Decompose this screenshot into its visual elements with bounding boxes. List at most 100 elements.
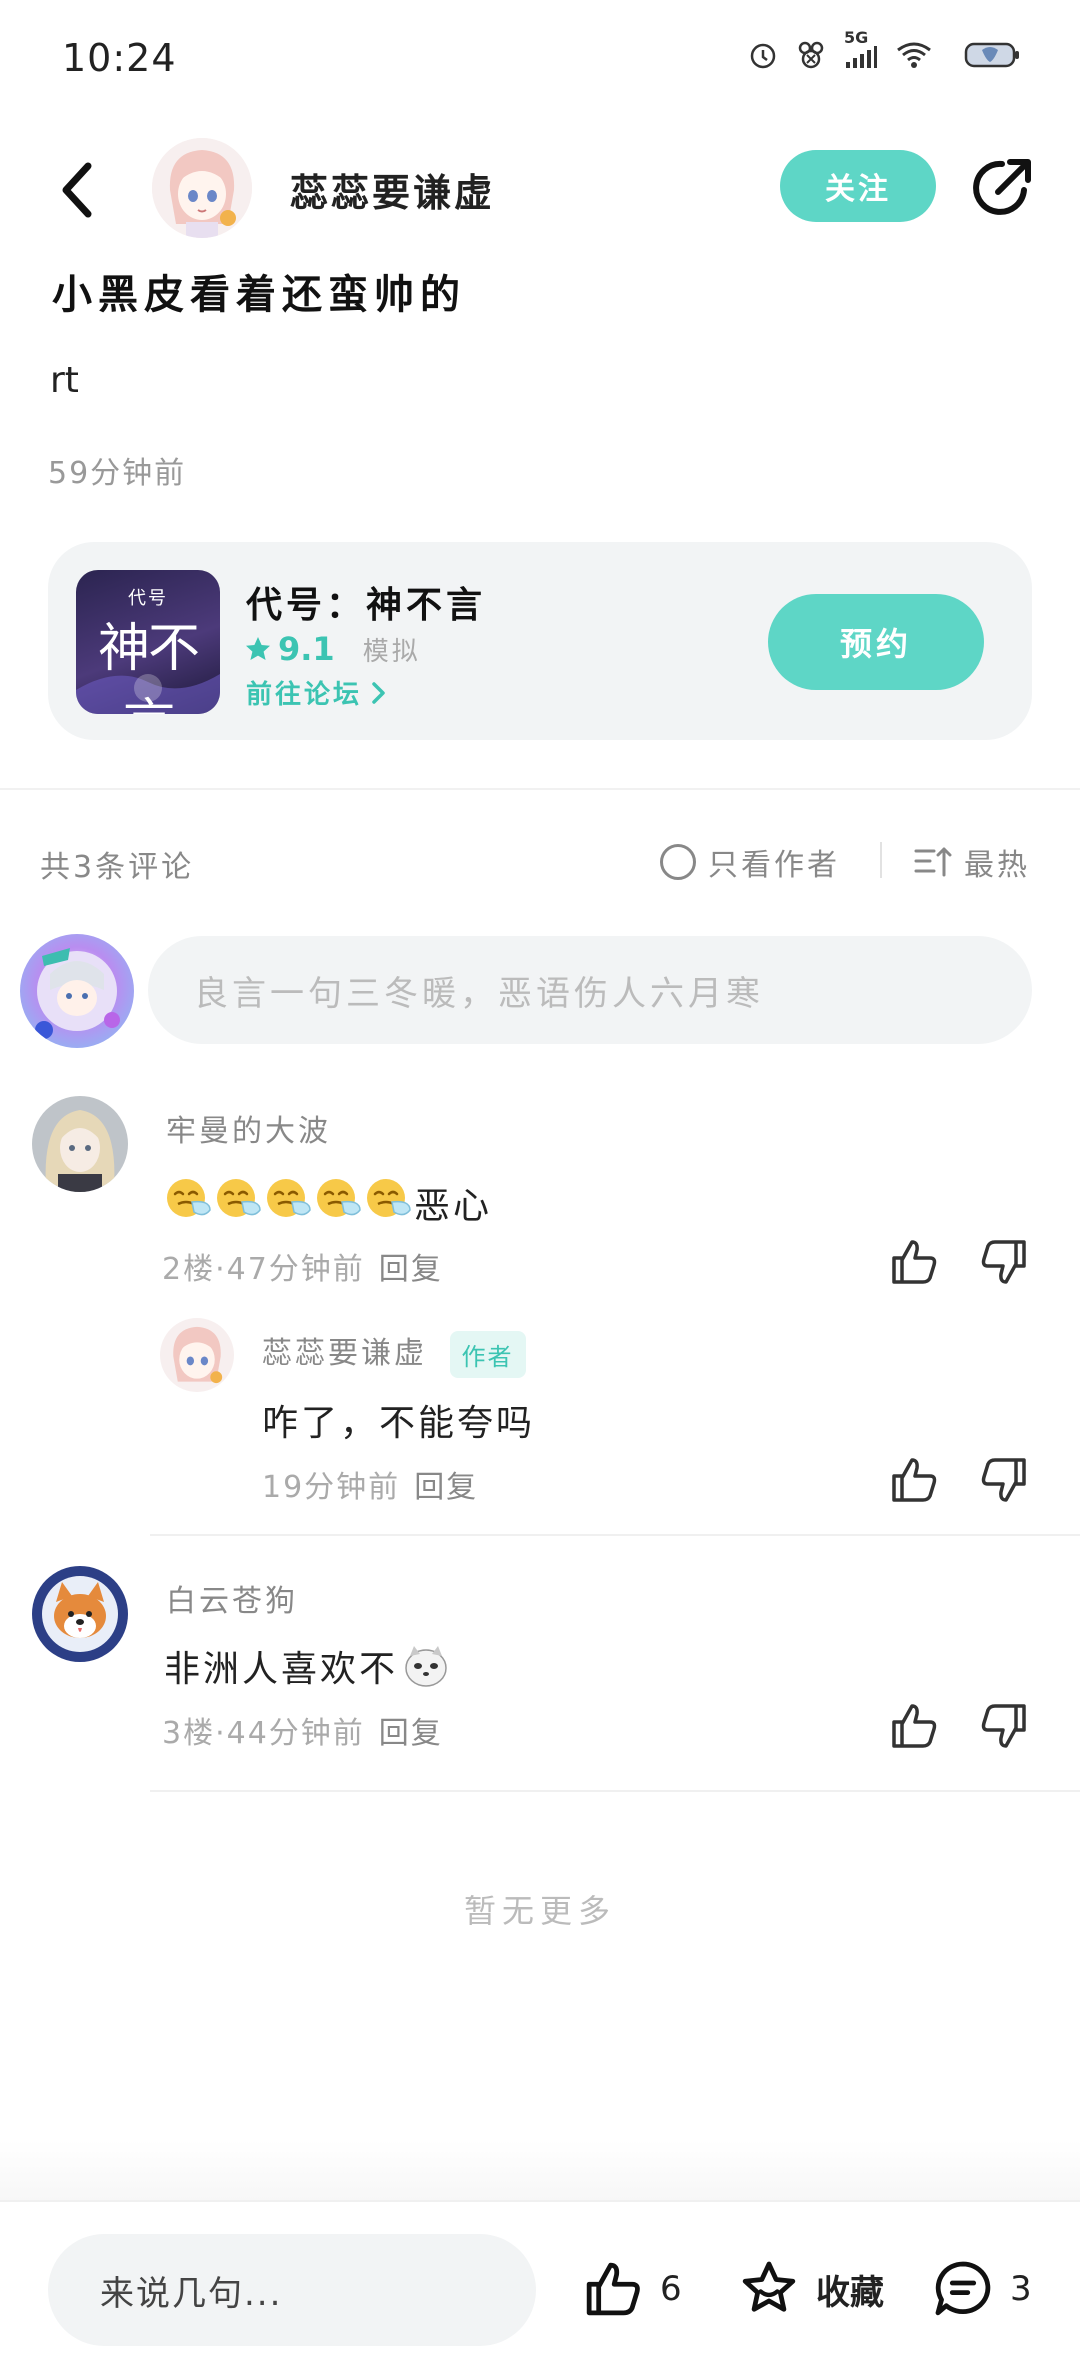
radio-icon — [660, 844, 696, 880]
shiba-avatar-icon — [32, 1566, 128, 1662]
comment-text: 恶心 — [164, 1174, 492, 1231]
floor-time: 2楼·47分钟前 — [162, 1252, 365, 1287]
compose-row: 良言一句三冬暖，恶语伤人六月寒 — [0, 930, 1080, 1050]
alarm-icon — [748, 40, 778, 70]
thumbs-down-icon — [981, 1240, 1026, 1284]
like-button[interactable] — [888, 1454, 940, 1506]
reply-item: 蕊蕊要谦虚 作者 咋了，不能夸吗 19分钟前 回复 — [0, 1318, 1080, 1505]
forum-link[interactable]: 前往论坛 — [246, 674, 388, 711]
section-divider — [0, 788, 1080, 790]
rating-value: 9.1 — [278, 630, 335, 668]
game-cover[interactable]: 代号 神不言 — [76, 570, 220, 714]
my-avatar[interactable] — [20, 934, 134, 1048]
game-tag: 模拟 — [362, 636, 421, 667]
reserve-button[interactable]: 预约 — [768, 594, 984, 690]
comment-meta: 3楼·44分钟前 回复 — [162, 1708, 443, 1752]
reply-time: 19分钟前 — [262, 1470, 401, 1505]
comment-count: 共3条评论 — [40, 850, 195, 885]
favorite-label: 收藏 — [816, 2272, 884, 2313]
dislike-button[interactable] — [978, 1700, 1030, 1752]
author-avatar[interactable] — [152, 138, 252, 238]
bottom-bar: 来说几句... 6 收藏 3 — [0, 2200, 1080, 2376]
post-time: 59分钟前 — [48, 456, 187, 491]
dislike-button[interactable] — [978, 1236, 1030, 1288]
star-icon — [246, 637, 270, 660]
comments-button[interactable]: 3 — [930, 2258, 1032, 2320]
dog-emoji-icon — [405, 1646, 447, 1687]
chevron-right-icon — [372, 681, 385, 704]
cover-title: 神不言 — [97, 619, 200, 714]
comment-input[interactable]: 良言一句三冬暖，恶语伤人六月寒 — [148, 936, 1032, 1044]
reply-text: 咋了，不能夸吗 — [262, 1403, 536, 1444]
thumbs-up-icon — [586, 2262, 640, 2316]
post-title: 小黑皮看着还蛮帅的 — [52, 272, 466, 318]
bottom-fade — [0, 2140, 1080, 2200]
comments-toolbar: 共3条评论 只看作者 最热 — [0, 830, 1080, 890]
reply-button[interactable]: 回复 — [414, 1462, 478, 1506]
only-author-toggle[interactable]: 只看作者 — [660, 840, 840, 884]
row-divider — [150, 1790, 1080, 1792]
thumbs-up-icon — [892, 1704, 937, 1748]
author-name[interactable]: 蕊蕊要谦虚 — [290, 162, 495, 217]
thumbs-up-icon — [892, 1240, 937, 1284]
commenter-name[interactable]: 牢曼的大波 — [166, 1106, 331, 1150]
sneezing-face-emoji-icon — [317, 1179, 361, 1217]
quick-comment-input[interactable]: 来说几句... — [48, 2234, 536, 2346]
commenter-avatar[interactable] — [32, 1566, 128, 1662]
thumbs-down-icon — [981, 1458, 1026, 1502]
signal-icon: 5G — [844, 28, 878, 70]
toolbar-separator — [880, 842, 882, 878]
emoji-row — [164, 1174, 414, 1231]
commenter-name[interactable]: 白云苍狗 — [166, 1576, 298, 1620]
mute-icon — [796, 40, 826, 70]
game-title[interactable]: 代号：神不言 — [246, 576, 486, 628]
forum-link-label: 前往论坛 — [246, 680, 363, 710]
sneezing-face-emoji-icon — [267, 1179, 311, 1217]
wifi-icon — [896, 40, 932, 70]
only-author-label: 只看作者 — [708, 848, 840, 883]
author-badge: 作者 — [449, 1331, 526, 1378]
game-card[interactable]: 代号 神不言 代号：神不言 9.1 模拟 前往论坛 预约 — [48, 542, 1032, 740]
like-button[interactable] — [888, 1700, 940, 1752]
replier-name[interactable]: 蕊蕊要谦虚 — [262, 1336, 427, 1371]
replier-avatar[interactable] — [160, 1318, 234, 1392]
floor-time: 3楼·44分钟前 — [162, 1716, 365, 1751]
battery-icon — [964, 40, 1020, 70]
reply-meta: 19分钟前 回复 — [262, 1462, 478, 1506]
back-button[interactable] — [52, 152, 108, 228]
back-arrow-icon — [62, 162, 92, 218]
thumbs-up-icon — [892, 1458, 937, 1502]
like-button[interactable] — [888, 1236, 940, 1288]
comment-count-badge: 3 — [1010, 2269, 1032, 2309]
sneezing-face-emoji-icon — [367, 1179, 411, 1217]
sort-button[interactable]: 最热 — [914, 840, 1030, 884]
comment-item: 白云苍狗 非洲人喜欢不 3楼·44分钟前 回复 — [0, 1566, 1080, 1766]
post-body: rt — [50, 360, 79, 401]
comment-meta: 2楼·47分钟前 回复 — [162, 1244, 443, 1288]
anime-avatar-icon — [152, 138, 252, 238]
game-rating: 9.1 模拟 — [244, 630, 421, 668]
comment-item: 牢曼的大波 恶心 2楼·47分钟前 回复 — [0, 1096, 1080, 1296]
like-count: 6 — [660, 2269, 682, 2309]
sneezing-face-emoji-icon — [217, 1179, 261, 1217]
commenter-avatar[interactable] — [32, 1096, 128, 1192]
anime-avatar-icon — [32, 1096, 128, 1192]
row-divider — [150, 1534, 1080, 1536]
comment-text-label: 恶心 — [414, 1185, 493, 1227]
status-bar: 10:24 5G — [0, 0, 1080, 120]
follow-button[interactable]: 关注 — [780, 150, 936, 222]
dislike-button[interactable] — [978, 1454, 1030, 1506]
share-icon — [973, 159, 1031, 215]
favorite-button[interactable]: 收藏 — [736, 2258, 884, 2320]
thumbs-down-icon — [981, 1704, 1026, 1748]
reply-button[interactable]: 回复 — [379, 1708, 443, 1752]
network-type: 5G — [844, 28, 869, 47]
like-post-button[interactable]: 6 — [580, 2258, 682, 2320]
sort-label: 最热 — [964, 848, 1030, 883]
no-more-label: 暂无更多 — [463, 1892, 616, 1930]
sneezing-face-emoji-icon — [167, 1179, 211, 1217]
share-button[interactable] — [968, 154, 1036, 222]
reply-button[interactable]: 回复 — [379, 1244, 443, 1288]
replier-name-row: 蕊蕊要谦虚 作者 — [262, 1328, 526, 1378]
sort-icon — [914, 847, 952, 877]
